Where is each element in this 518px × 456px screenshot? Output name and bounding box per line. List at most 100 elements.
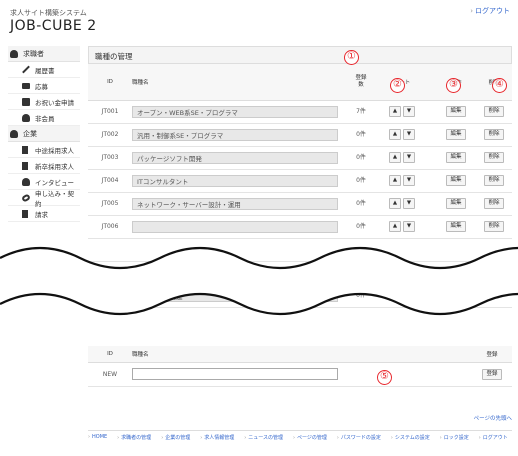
sidebar-item-label: お祝い金申請 (35, 98, 74, 107)
job-name-field[interactable]: パッケージソフト開発 (132, 151, 338, 164)
sort-up-button[interactable]: ▲ (389, 290, 401, 301)
sort-up-button[interactable]: ▲ (389, 129, 401, 140)
sort-down-button[interactable]: ▼ (403, 221, 415, 232)
footer-link[interactable]: システムの設定 (391, 434, 430, 441)
annotation-marker-5: ⑤ (377, 370, 392, 385)
sidebar-item-midcareer-jobs[interactable]: 中途採用求人 (8, 142, 80, 158)
people-icon (10, 129, 18, 138)
edit-button[interactable]: 編集 (446, 175, 466, 186)
sidebar-item-newgrad-jobs[interactable]: 新卒採用求人 (8, 158, 80, 174)
sort-up-button[interactable]: ▲ (389, 106, 401, 117)
delete-button[interactable]: 削除 (484, 175, 504, 186)
new-job-name-input[interactable] (132, 367, 338, 380)
edit-button[interactable]: 編集 (446, 198, 466, 209)
row-sort: ▲ ▼ (368, 100, 436, 124)
edit-button[interactable]: 編集 (446, 152, 466, 163)
sidebar-item-contract[interactable]: 申し込み・契約 (8, 189, 80, 208)
sort-up-button[interactable]: ▲ (389, 152, 401, 163)
row-operation: 編集 (436, 192, 476, 216)
register-button[interactable]: 登録 (482, 368, 502, 380)
sort-down-button[interactable]: ▼ (403, 290, 415, 301)
row-delete: 削除 (476, 169, 512, 193)
sidebar-item-gift[interactable]: お祝い金申請 (8, 94, 80, 110)
sort-down-button[interactable]: ▼ (403, 198, 415, 209)
row-name-cell: パッケージソフト開発 (132, 146, 354, 170)
job-name-field[interactable]: ITコンサルタント (132, 174, 338, 187)
row-id: JT003 (88, 146, 132, 170)
job-name-field[interactable]: オープン・WEB系SE・プログラマ (132, 105, 338, 118)
edit-button[interactable]: 編集 (446, 290, 466, 301)
table-row: JT006 0件 ▲ ▼ 編集 削除 (88, 215, 512, 239)
job-name-field[interactable] (132, 220, 338, 233)
sidebar-item-billing[interactable]: 請求 (8, 206, 80, 222)
omitted-rows (88, 238, 512, 262)
new-row-id: NEW (88, 362, 132, 387)
sidebar-item-label: 新卒採用求人 (35, 162, 74, 171)
sidebar-item-label: 申し込み・契約 (35, 189, 74, 208)
delete-button[interactable]: 削除 (484, 129, 504, 140)
row-id: JT002 (88, 123, 132, 147)
footer-link[interactable]: パスワードの設定 (337, 434, 381, 441)
row-name-cell: 汎用・制御系SE・プログラマ (132, 123, 354, 147)
job-name-field[interactable]: ゲーム、マルチ (132, 266, 338, 279)
sort-down-button[interactable]: ▼ (403, 175, 415, 186)
sidebar-group-company[interactable]: 企業 (8, 126, 80, 142)
delete-button[interactable]: 削除 (484, 267, 504, 278)
sort-down-button[interactable]: ▼ (403, 106, 415, 117)
column-header-count: 登録数 (354, 64, 368, 101)
logout-link[interactable]: ログアウト (470, 6, 510, 16)
column-header-name: 職種名 (132, 64, 354, 101)
page-top-link[interactable]: ページの先頭へ (474, 414, 512, 422)
row-count: 7件 (354, 100, 368, 124)
sort-down-button[interactable]: ▼ (403, 152, 415, 163)
footer-link[interactable]: 企業の管理 (161, 434, 190, 441)
row-count: 0件 (354, 284, 368, 308)
job-name-field[interactable]: 出版・印刷関連 (132, 289, 338, 302)
sort-up-button[interactable]: ▲ (389, 267, 401, 278)
edit-button[interactable]: 編集 (446, 267, 466, 278)
sort-up-button[interactable]: ▲ (389, 198, 401, 209)
job-name-field[interactable]: ネットワーク・サーバー設計・運用 (132, 197, 338, 210)
sidebar-group-label: 求職者 (23, 49, 44, 58)
row-id: JT022 (88, 284, 132, 308)
delete-button[interactable]: 削除 (484, 106, 504, 117)
row-id (88, 261, 132, 285)
sidebar-item-application[interactable]: 応募 (8, 78, 80, 94)
row-name-cell: オープン・WEB系SE・プログラマ (132, 100, 354, 124)
footer-link[interactable]: ニュースの管理 (244, 434, 283, 441)
edit-button[interactable]: 編集 (446, 106, 466, 117)
edit-button[interactable]: 編集 (446, 221, 466, 232)
people-icon (22, 177, 30, 186)
delete-button[interactable]: 削除 (484, 198, 504, 209)
table-row: JT022 出版・印刷関連 0件 ▲ ▼ 編集 不可 (88, 284, 512, 308)
delete-button[interactable]: 削除 (484, 221, 504, 232)
sort-up-button[interactable]: ▲ (389, 175, 401, 186)
sidebar-group-jobseeker[interactable]: 求職者 (8, 46, 80, 62)
edit-button[interactable]: 編集 (446, 129, 466, 140)
row-sort: ▲ ▼ (368, 169, 436, 193)
new-job-type-form: ID 職種名 登録 NEW 登録 (88, 346, 512, 387)
row-delete: 削除 (476, 146, 512, 170)
sidebar-item-label: 請求 (35, 210, 48, 219)
footer-link[interactable]: ログアウト (479, 434, 508, 441)
job-name-field[interactable]: 汎用・制御系SE・プログラマ (132, 128, 338, 141)
sort-down-button[interactable]: ▼ (403, 267, 415, 278)
sort-up-button[interactable]: ▲ (389, 221, 401, 232)
sidebar-item-resume[interactable]: 履歴書 (8, 62, 80, 78)
row-sort: ▲ ▼ (368, 261, 436, 285)
footer-link[interactable]: ロック設定 (440, 434, 469, 441)
sort-down-button[interactable]: ▼ (403, 129, 415, 140)
footer-link[interactable]: 求人情報管理 (200, 434, 234, 441)
annotation-marker-1: ① (344, 50, 359, 65)
row-operation: 編集 (436, 261, 476, 285)
sidebar-item-nonmember[interactable]: 非会員 (8, 110, 80, 126)
document-icon (22, 161, 28, 170)
footer-link[interactable]: 求職者の管理 (117, 434, 151, 441)
annotation-marker-3: ③ (446, 78, 461, 93)
table-row: JT004 ITコンサルタント 0件 ▲ ▼ 編集 削除 (88, 169, 512, 193)
footer-link[interactable]: HOME (88, 434, 107, 441)
footer-link[interactable]: ページの管理 (293, 434, 327, 441)
delete-button[interactable]: 削除 (484, 152, 504, 163)
row-count: 0件 (354, 169, 368, 193)
table-row: JT005 ネットワーク・サーバー設計・運用 0件 ▲ ▼ 編集 削除 (88, 192, 512, 216)
